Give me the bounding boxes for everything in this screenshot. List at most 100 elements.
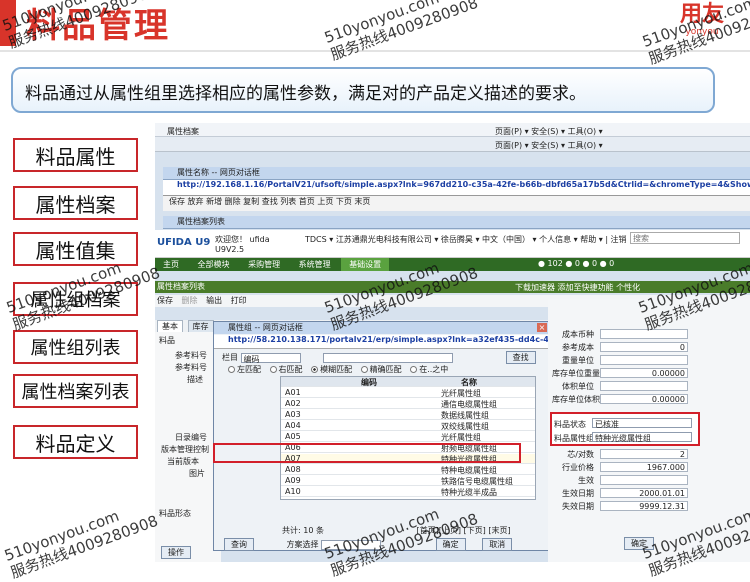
form-field-label: 成本币种 xyxy=(562,330,594,339)
ie-command-bar: 属性档案 页面(P) ▾ 安全(S) ▾ 工具(O) ▾ xyxy=(155,123,750,137)
operate-button[interactable]: 操作 xyxy=(161,546,191,559)
save-button[interactable]: 保存 xyxy=(157,296,173,305)
radio-left-match[interactable] xyxy=(228,366,235,373)
form-field-value[interactable]: 2000.01.01 xyxy=(600,488,688,498)
u9-search-input[interactable] xyxy=(630,232,740,244)
u9-brand: UFIDA U9 xyxy=(157,237,211,248)
cell-name: 特种电缆属性组 xyxy=(441,466,497,475)
nav-system[interactable]: 系统管理 xyxy=(291,258,339,271)
close-icon[interactable]: × xyxy=(537,323,547,332)
radio-in-match[interactable] xyxy=(410,366,418,373)
delete-button[interactable]: 删除 xyxy=(182,296,198,305)
cell-code: A01 xyxy=(285,388,301,397)
filter-column-label: 栏目 xyxy=(222,353,238,362)
cell-name: 光纤属性组 xyxy=(441,389,481,398)
field-label-desc: 描述 xyxy=(187,375,203,384)
cell-code: A10 xyxy=(285,487,301,496)
search-button[interactable]: 查找 xyxy=(505,351,536,364)
module-links[interactable]: 下载加速器 添加至快捷功能 个性化 xyxy=(515,282,640,293)
radio-fuzzy-match-label: 模糊匹配 xyxy=(320,365,353,374)
attribute-group-dialog: 属性组 -- 网页对话框 × http://58.210.138.171/por… xyxy=(213,321,550,551)
form-field-row: 库存单位体积 0.00000 xyxy=(552,394,748,406)
label-item-attribute: 料品属性 xyxy=(13,138,138,172)
col-header-name: 名称 xyxy=(461,378,477,387)
label-item-definition: 料品定义 xyxy=(13,425,138,459)
header-divider xyxy=(0,50,750,52)
tab-basic[interactable]: 基本 xyxy=(157,320,183,332)
radio-fuzzy-match[interactable] xyxy=(311,366,319,373)
label-attribute-group-list: 属性组列表 xyxy=(13,330,138,364)
tab-inventory[interactable]: 库存 xyxy=(187,320,214,332)
table-row[interactable]: A03 数据线属性组 xyxy=(281,410,535,420)
u9-version: U9V2.5 xyxy=(215,245,245,254)
form-field-value[interactable]: 1967.000 xyxy=(600,462,688,472)
filter-column-value: 编码 xyxy=(243,354,260,364)
ie-tools-menu[interactable]: 页面(P) ▾ 安全(S) ▾ 工具(O) ▾ xyxy=(495,126,603,136)
cell-name: 光纤属性组 xyxy=(441,433,481,442)
filter-row: 栏目 编码 查找 xyxy=(214,351,549,365)
field-label-form: 料品形态 xyxy=(159,509,191,518)
status-label: 料品状态 xyxy=(554,420,586,429)
form-field-row: 行业价格 1967.000 xyxy=(552,462,748,474)
cell-name: 数据线属性组 xyxy=(441,411,489,420)
dialog1-toolbar[interactable]: 保存 放弃 新增 删除 复制 查找 列表 首页 上页 下页 末页 xyxy=(163,196,750,211)
form-field-row: 重量单位 xyxy=(552,355,748,367)
form-left-panel: 料品 参考料号 参考料号 描述 日录编号 版本管理控制 当前版本 图片 料品形态… xyxy=(155,332,221,562)
form-field-label: 库存单位体积 xyxy=(552,395,600,404)
form-field-row: 体积单位 xyxy=(552,381,748,393)
print-button[interactable]: 打印 xyxy=(231,296,247,305)
nav-all-modules[interactable]: 全部模块 xyxy=(190,258,238,271)
page-tab[interactable]: 属性档案列表 xyxy=(177,217,225,226)
page-tab-bar: 属性档案列表 xyxy=(163,216,750,229)
cancel-button[interactable]: 取消 xyxy=(482,538,513,551)
form-field-value[interactable] xyxy=(600,475,688,485)
dialog1-titlebar[interactable]: 属性名称 -- 网页对话框 xyxy=(163,167,750,180)
form-field-row: 芯/对数 2 xyxy=(552,449,748,461)
table-row[interactable]: A10 特种光缆半成品 xyxy=(281,487,535,497)
table-row[interactable]: A02 通信电缆属性组 xyxy=(281,399,535,409)
radio-exact-match-label: 精确匹配 xyxy=(369,365,402,374)
query-button[interactable]: 查询 xyxy=(224,538,254,551)
dialog1-url: http://192.168.1.16/PortalV21/ufsoft/sim… xyxy=(163,180,750,196)
radio-right-match[interactable] xyxy=(269,366,277,373)
u9-header-links[interactable]: TDCS ▾ 江苏通鼎光电科技有限公司 ▾ 徐岳腾昊 ▾ 中文（中国） ▾ 个人… xyxy=(305,234,627,245)
cell-code: A05 xyxy=(285,432,301,441)
form-field-value[interactable]: 2 xyxy=(600,449,688,459)
table-row[interactable]: A09 铁路信号电缆属性组 xyxy=(281,476,535,486)
form-field-value[interactable]: 0 xyxy=(600,342,688,352)
ie-tab-label[interactable]: 属性档案 xyxy=(167,126,199,136)
nav-basic-settings[interactable]: 基础设置 xyxy=(341,258,390,271)
table-row[interactable]: A04 双绞线属性组 xyxy=(281,421,535,431)
dialog1-url-text: http://192.168.1.16/PortalV21/ufsoft/sim… xyxy=(177,180,750,189)
inner-dialog-titlebar[interactable]: 属性组 -- 网页对话框 × xyxy=(214,322,549,334)
watermark: 510yonyou.com 服务热线4009280908 xyxy=(322,0,480,64)
inner-dialog-title: 属性组 -- 网页对话框 xyxy=(228,323,303,332)
form-field-value[interactable]: 9999.12.31 xyxy=(600,501,688,511)
radio-exact-match[interactable] xyxy=(360,366,368,373)
label-attribute-archive-list: 属性档案列表 xyxy=(13,374,138,408)
export-button[interactable]: 输出 xyxy=(206,296,222,305)
filter-value-input[interactable] xyxy=(323,352,454,363)
form-field-value[interactable]: 0.00000 xyxy=(600,394,688,404)
form-field-row: 失效日期 9999.12.31 xyxy=(552,501,748,513)
form-field-value[interactable] xyxy=(600,381,688,391)
filter-column-select[interactable]: 编码 xyxy=(240,352,301,364)
form-field-label: 体积单位 xyxy=(562,382,594,391)
status-field[interactable]: 已核准 xyxy=(592,418,692,429)
table-row[interactable]: A08 特种电缆属性组 xyxy=(281,465,535,475)
form-field-value[interactable] xyxy=(600,329,688,339)
group-field[interactable]: 特种光缆属性组 xyxy=(592,432,692,443)
nav-purchasing[interactable]: 采购管理 xyxy=(240,258,288,271)
cell-code: A02 xyxy=(285,399,301,408)
field-label-item: 料品 xyxy=(159,336,175,345)
nav-home[interactable]: 主页 xyxy=(155,258,187,271)
table-row[interactable]: A05 光纤属性组 xyxy=(281,432,535,442)
form-field-value[interactable] xyxy=(600,355,688,365)
form-field-label: 行业价格 xyxy=(562,463,594,472)
form-field-value[interactable]: 0.00000 xyxy=(600,368,688,378)
form-field-label: 失效日期 xyxy=(562,502,594,511)
table-row[interactable]: A01 光纤属性组 xyxy=(281,388,535,398)
field-label-ref-no: 参考料号 xyxy=(175,351,207,360)
ie-tools-menu-2[interactable]: 页面(P) ▾ 安全(S) ▾ 工具(O) ▾ xyxy=(495,140,603,151)
total-count: 共计: 10 条 xyxy=(282,526,324,535)
